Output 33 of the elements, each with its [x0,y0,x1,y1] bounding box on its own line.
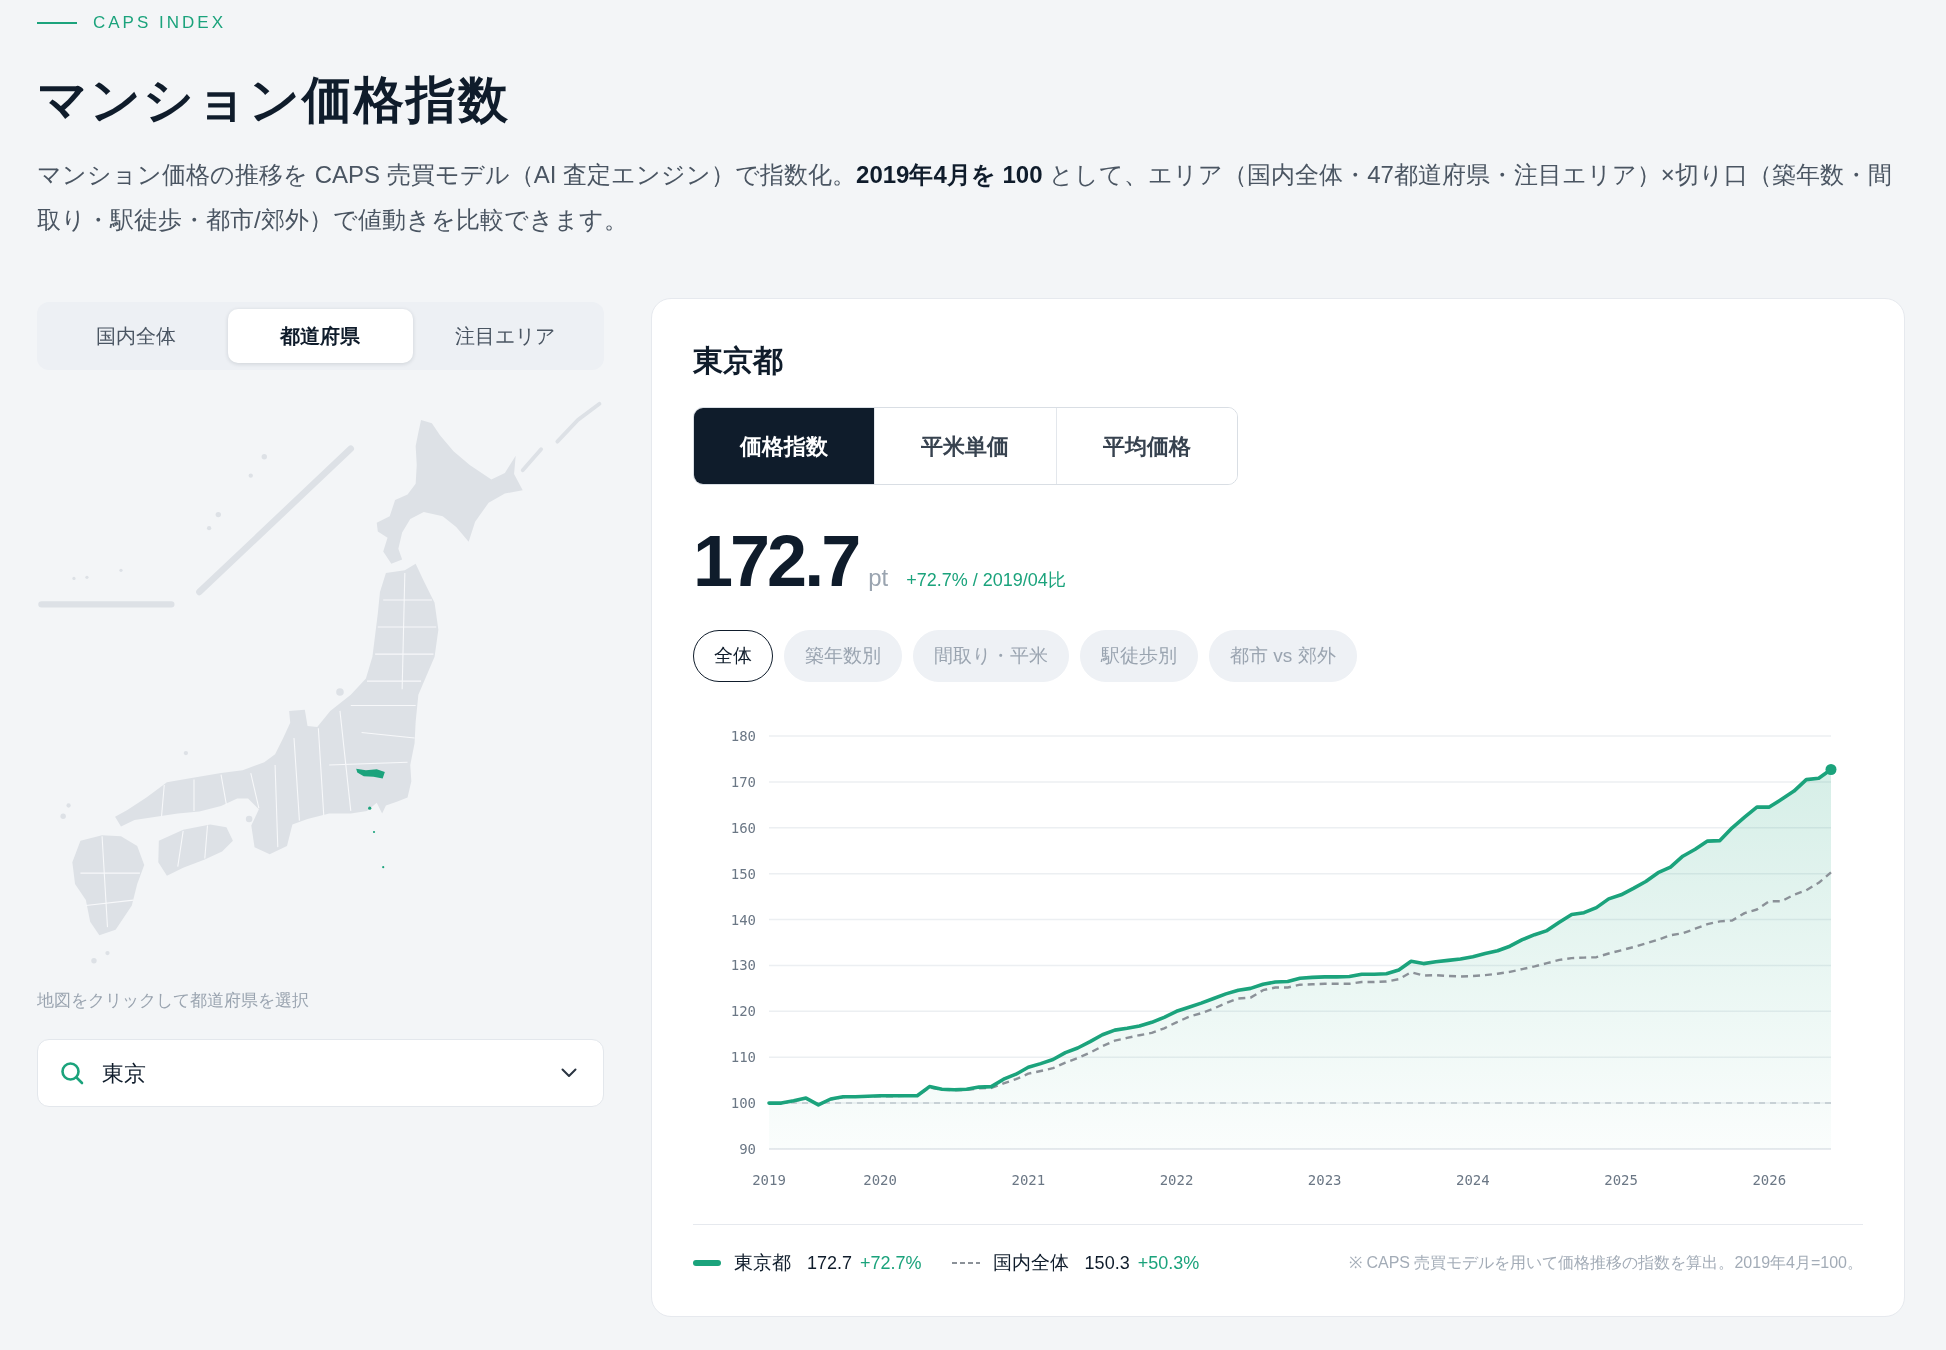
y-axis-label: 130 [730,957,756,974]
x-axis-label: 2023 [1307,1172,1342,1188]
y-axis-label: 140 [730,911,756,928]
unit-label: pt [868,563,889,593]
legend-change: +50.3% [1137,1251,1200,1275]
y-axis-label: 100 [730,1095,756,1112]
legend-label: 東京都 [734,1250,791,1275]
x-axis-label: 2021 [1011,1172,1046,1188]
y-axis-label: 120 [730,1003,756,1020]
y-axis-label: 180 [730,728,756,744]
y-axis-label: 150 [730,865,756,882]
x-axis-label: 2024 [1456,1172,1490,1188]
y-axis-label: 170 [730,773,756,790]
x-axis-label: 2025 [1604,1172,1638,1188]
page-description: マンション価格の推移を CAPS 売買モデル（AI 査定エンジン）で指数化。2019年4月を 100 として、エリア（国内全体・47都道府県・注目エリア）×切り口（築年数・間取り・駅徒歩・都市/郊外）で値動きを比較できます。 [37,160,1893,235]
change-label: +72.7% / 2019/04比 [906,569,1066,592]
y-axis-label: 110 [730,1049,756,1066]
card-title: 東京都 [693,343,783,379]
map-hint: 地図をクリックして都道府県を選択 [37,990,309,1012]
legend-value: 150.3 [1084,1251,1130,1275]
x-axis-label: 2026 [1752,1172,1787,1188]
y-axis-label: 90 [739,1141,756,1157]
page-title: マンション価格指数 [37,71,510,130]
x-axis-label: 2020 [863,1172,897,1188]
legend-change: +72.7% [860,1251,922,1275]
eyebrow-label: CAPS INDEX [93,12,226,35]
chart-note: ※ CAPS 売買モデルを用いて価格推移の指数を算出。2019年4月=100。 [1349,1253,1863,1273]
x-axis-label: 2022 [1159,1172,1194,1188]
x-axis-label: 2019 [752,1172,786,1188]
index-value: 172.7 [693,521,859,601]
legend-value: 172.7 [807,1251,853,1275]
legend-label: 国内全体 [992,1250,1069,1275]
y-axis-label: 160 [730,819,756,836]
